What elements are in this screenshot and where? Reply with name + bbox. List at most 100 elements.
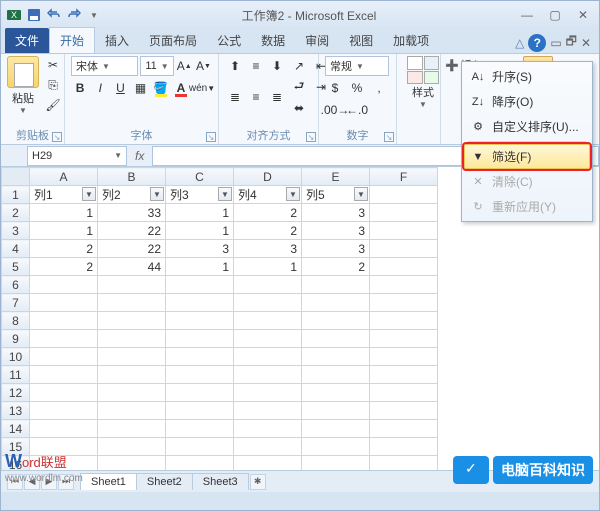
col-header[interactable]: B xyxy=(98,168,166,186)
align-center-icon[interactable]: ≡ xyxy=(246,87,266,107)
tab-formulas[interactable]: 公式 xyxy=(207,28,251,53)
empty-cell[interactable] xyxy=(370,186,438,204)
data-cell[interactable]: 2 xyxy=(234,222,302,240)
empty-cell[interactable] xyxy=(370,384,438,402)
empty-cell[interactable] xyxy=(166,312,234,330)
italic-button[interactable]: I xyxy=(91,78,109,98)
filter-dropdown-icon[interactable]: ▼ xyxy=(286,187,300,201)
empty-cell[interactable] xyxy=(98,312,166,330)
redo-icon[interactable] xyxy=(65,6,83,24)
row-header[interactable]: 1 xyxy=(2,186,30,204)
col-header[interactable]: A xyxy=(30,168,98,186)
align-middle-icon[interactable]: ≡ xyxy=(246,56,266,76)
percent-icon[interactable]: % xyxy=(347,78,367,98)
empty-cell[interactable] xyxy=(30,312,98,330)
row-header[interactable]: 8 xyxy=(2,312,30,330)
empty-cell[interactable] xyxy=(302,366,370,384)
number-format-combo[interactable]: 常规▼ xyxy=(325,56,389,76)
empty-cell[interactable] xyxy=(98,420,166,438)
empty-cell[interactable] xyxy=(302,348,370,366)
empty-cell[interactable] xyxy=(98,366,166,384)
comma-icon[interactable]: , xyxy=(369,78,389,98)
header-cell[interactable]: 列3▼ xyxy=(166,186,234,204)
tab-addins[interactable]: 加载项 xyxy=(383,28,439,53)
currency-icon[interactable]: $ xyxy=(325,78,345,98)
data-cell[interactable]: 2 xyxy=(30,258,98,276)
empty-cell[interactable] xyxy=(98,348,166,366)
filter-dropdown-icon[interactable]: ▼ xyxy=(218,187,232,201)
empty-cell[interactable] xyxy=(30,294,98,312)
shrink-font-icon[interactable]: A▼ xyxy=(195,56,212,76)
col-header[interactable]: F xyxy=(370,168,438,186)
empty-cell[interactable] xyxy=(30,366,98,384)
empty-cell[interactable] xyxy=(166,294,234,312)
orientation-icon[interactable]: ↗ xyxy=(289,56,309,76)
header-cell[interactable]: 列1▼ xyxy=(30,186,98,204)
row-header[interactable]: 5 xyxy=(2,258,30,276)
empty-cell[interactable] xyxy=(370,438,438,456)
header-cell[interactable]: 列2▼ xyxy=(98,186,166,204)
tab-home[interactable]: 开始 xyxy=(49,27,95,53)
data-cell[interactable]: 44 xyxy=(98,258,166,276)
row-header[interactable]: 4 xyxy=(2,240,30,258)
empty-cell[interactable] xyxy=(302,294,370,312)
styles-button[interactable]: 样式 ▼ xyxy=(403,56,443,109)
empty-cell[interactable] xyxy=(370,366,438,384)
clipboard-launcher-icon[interactable]: ↘ xyxy=(52,132,62,142)
filter-dropdown-icon[interactable]: ▼ xyxy=(82,187,96,201)
filter-dropdown-icon[interactable]: ▼ xyxy=(150,187,164,201)
border-button[interactable]: ▦ xyxy=(132,78,150,98)
empty-cell[interactable] xyxy=(30,420,98,438)
header-cell[interactable]: 列4▼ xyxy=(234,186,302,204)
header-cell[interactable]: 列5▼ xyxy=(302,186,370,204)
empty-cell[interactable] xyxy=(370,258,438,276)
font-launcher-icon[interactable]: ↘ xyxy=(206,132,216,142)
empty-cell[interactable] xyxy=(234,366,302,384)
tab-view[interactable]: 视图 xyxy=(339,28,383,53)
empty-cell[interactable] xyxy=(98,330,166,348)
wrap-text-icon[interactable]: ⮐ xyxy=(289,77,309,97)
empty-cell[interactable] xyxy=(370,420,438,438)
increase-decimal-icon[interactable]: .00→ xyxy=(325,100,345,120)
col-header[interactable]: E xyxy=(302,168,370,186)
data-cell[interactable]: 2 xyxy=(30,240,98,258)
empty-cell[interactable] xyxy=(30,384,98,402)
row-header[interactable]: 3 xyxy=(2,222,30,240)
qat-customize-icon[interactable]: ▼ xyxy=(85,6,103,24)
sheet-tab-1[interactable]: Sheet1 xyxy=(80,473,137,490)
tab-review[interactable]: 审阅 xyxy=(295,28,339,53)
font-size-combo[interactable]: 11▼ xyxy=(140,56,173,76)
empty-cell[interactable] xyxy=(166,348,234,366)
window-restore-icon[interactable]: 🗗 xyxy=(566,32,577,53)
phonetic-button[interactable]: wén▼ xyxy=(192,78,212,98)
empty-cell[interactable] xyxy=(234,312,302,330)
empty-cell[interactable] xyxy=(166,438,234,456)
undo-icon[interactable] xyxy=(45,6,63,24)
empty-cell[interactable] xyxy=(370,204,438,222)
row-header[interactable]: 14 xyxy=(2,420,30,438)
empty-cell[interactable] xyxy=(302,384,370,402)
sheet-tab-3[interactable]: Sheet3 xyxy=(192,473,249,490)
select-all-corner[interactable] xyxy=(2,168,30,186)
empty-cell[interactable] xyxy=(166,276,234,294)
dd-filter[interactable]: ▼筛选(F) xyxy=(464,144,590,169)
empty-cell[interactable] xyxy=(30,330,98,348)
tab-layout[interactable]: 页面布局 xyxy=(139,28,207,53)
empty-cell[interactable] xyxy=(30,348,98,366)
maximize-icon[interactable]: ▢ xyxy=(543,6,567,24)
font-color-button[interactable]: A xyxy=(172,78,190,98)
row-header[interactable]: 9 xyxy=(2,330,30,348)
dd-custom-sort[interactable]: ⚙自定义排序(U)... xyxy=(464,114,590,139)
cut-icon[interactable]: ✂ xyxy=(43,56,63,74)
decrease-decimal-icon[interactable]: ←.0 xyxy=(347,100,367,120)
merge-icon[interactable]: ⬌ xyxy=(289,98,309,118)
empty-cell[interactable] xyxy=(302,438,370,456)
data-cell[interactable]: 3 xyxy=(302,240,370,258)
empty-cell[interactable] xyxy=(302,276,370,294)
minimize-icon[interactable]: — xyxy=(515,6,539,24)
close-icon[interactable]: ✕ xyxy=(571,6,595,24)
tab-insert[interactable]: 插入 xyxy=(95,28,139,53)
empty-cell[interactable] xyxy=(370,402,438,420)
empty-cell[interactable] xyxy=(370,330,438,348)
empty-cell[interactable] xyxy=(98,294,166,312)
